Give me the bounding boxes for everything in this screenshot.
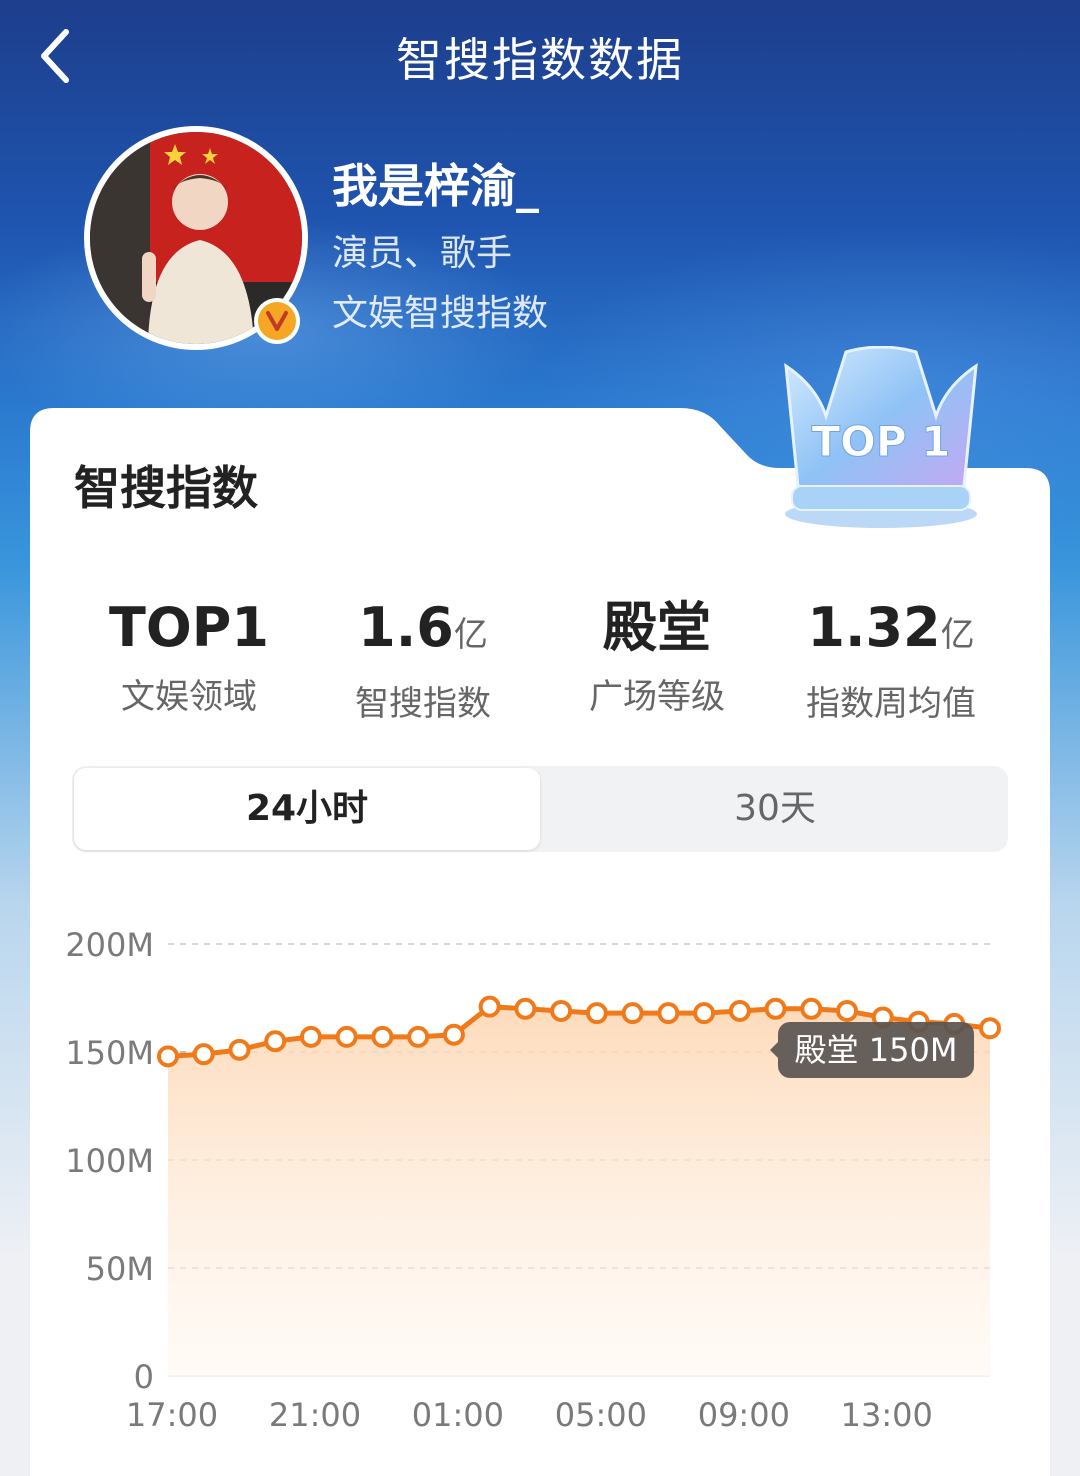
profile-subtitle: 文娱智搜指数 xyxy=(332,293,549,334)
reference-label: 殿堂 150M xyxy=(795,1031,958,1069)
data-point xyxy=(836,999,859,1022)
data-point xyxy=(478,995,501,1018)
verified-badge-icon xyxy=(254,298,300,344)
data-point xyxy=(228,1038,251,1061)
data-point xyxy=(800,997,823,1020)
y-tick-label: 200M xyxy=(65,926,154,964)
data-point xyxy=(728,999,751,1022)
data-point xyxy=(514,997,537,1020)
data-point xyxy=(335,1025,358,1048)
data-point xyxy=(621,1002,644,1025)
data-point xyxy=(407,1025,430,1048)
data-point xyxy=(157,1045,179,1068)
x-tick-label: 13:00 xyxy=(841,1396,933,1434)
data-point xyxy=(299,1025,322,1048)
x-tick-label: 05:00 xyxy=(555,1396,647,1434)
index-card: 智搜指数 TOP 1 TOP1 文娱领域 1.6亿 智搜指数 殿堂 广场等级 1… xyxy=(30,346,1050,1476)
profile-name: 我是梓渝_ xyxy=(332,159,539,213)
data-point xyxy=(371,1025,394,1048)
search-index-chart: 200M 150M 100M 50M 017:00 21:00 01:00 05:00 09:0… xyxy=(65,926,1001,1434)
x-tick-label: 17:00 xyxy=(126,1396,218,1434)
x-tick-label: 21:00 xyxy=(269,1396,361,1434)
x-tick-label: 01:00 xyxy=(412,1396,504,1434)
y-tick-label: 100M xyxy=(65,1142,154,1180)
data-point xyxy=(442,1023,465,1046)
data-point xyxy=(764,997,787,1020)
x-tick-label: 09:00 xyxy=(698,1396,790,1434)
y-tick-label: 0 xyxy=(134,1358,154,1396)
data-point xyxy=(979,1017,1001,1040)
y-tick-label: 150M xyxy=(65,1034,154,1072)
data-point xyxy=(192,1043,215,1066)
data-point xyxy=(550,999,573,1022)
data-point xyxy=(657,1002,680,1025)
data-point xyxy=(693,1002,716,1025)
page-title: 智搜指数数据 xyxy=(396,33,684,87)
y-tick-label: 50M xyxy=(86,1250,154,1288)
data-point xyxy=(264,1030,287,1053)
profile-role: 演员、歌手 xyxy=(332,233,513,274)
data-point xyxy=(585,1002,608,1025)
